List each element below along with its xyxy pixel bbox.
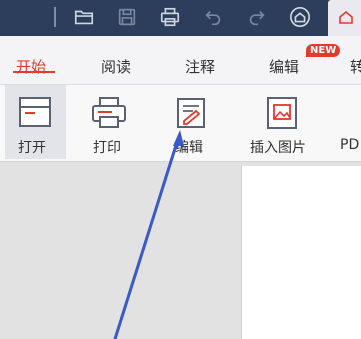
ribbon-toolbar: 打开 打印 编辑 插入图片 PD bbox=[0, 85, 361, 162]
open-file-icon bbox=[19, 97, 51, 127]
save-icon[interactable] bbox=[115, 5, 139, 29]
tab-convert[interactable]: 转 bbox=[350, 56, 361, 77]
home-icon[interactable] bbox=[288, 5, 312, 29]
toolbar-separator bbox=[54, 7, 56, 27]
redo-icon[interactable] bbox=[245, 5, 269, 29]
undo-icon[interactable] bbox=[201, 5, 225, 29]
open-button[interactable]: 打开 bbox=[5, 85, 66, 159]
edit-label: 编辑 bbox=[175, 140, 203, 156]
edit-button[interactable]: 编辑 bbox=[160, 85, 222, 159]
insert-image-button[interactable]: 插入图片 bbox=[246, 85, 322, 159]
tab-read[interactable]: 阅读 bbox=[101, 56, 131, 77]
open-label: 打开 bbox=[18, 140, 46, 156]
active-tab-indicator bbox=[13, 71, 55, 73]
print-button[interactable]: 打印 bbox=[78, 85, 140, 159]
document-tab[interactable] bbox=[328, 0, 361, 36]
title-bar bbox=[0, 0, 361, 36]
pdf-button[interactable]: PD bbox=[336, 85, 361, 159]
document-page[interactable] bbox=[241, 166, 361, 339]
print-icon[interactable] bbox=[158, 5, 182, 29]
tab-annotate[interactable]: 注释 bbox=[185, 56, 215, 77]
ribbon-tab-bar bbox=[0, 36, 361, 85]
insert-image-icon bbox=[267, 97, 297, 129]
tab-edit[interactable]: 编辑 bbox=[269, 56, 299, 77]
print-label: 打印 bbox=[93, 140, 121, 156]
insert-image-label: 插入图片 bbox=[250, 140, 306, 156]
new-badge: NEW bbox=[306, 44, 341, 57]
open-folder-icon[interactable] bbox=[72, 5, 96, 29]
edit-document-icon bbox=[177, 98, 205, 128]
tab-start[interactable]: 开始 bbox=[16, 56, 46, 77]
printer-icon bbox=[92, 97, 126, 128]
pdf-label: PD bbox=[340, 137, 360, 153]
